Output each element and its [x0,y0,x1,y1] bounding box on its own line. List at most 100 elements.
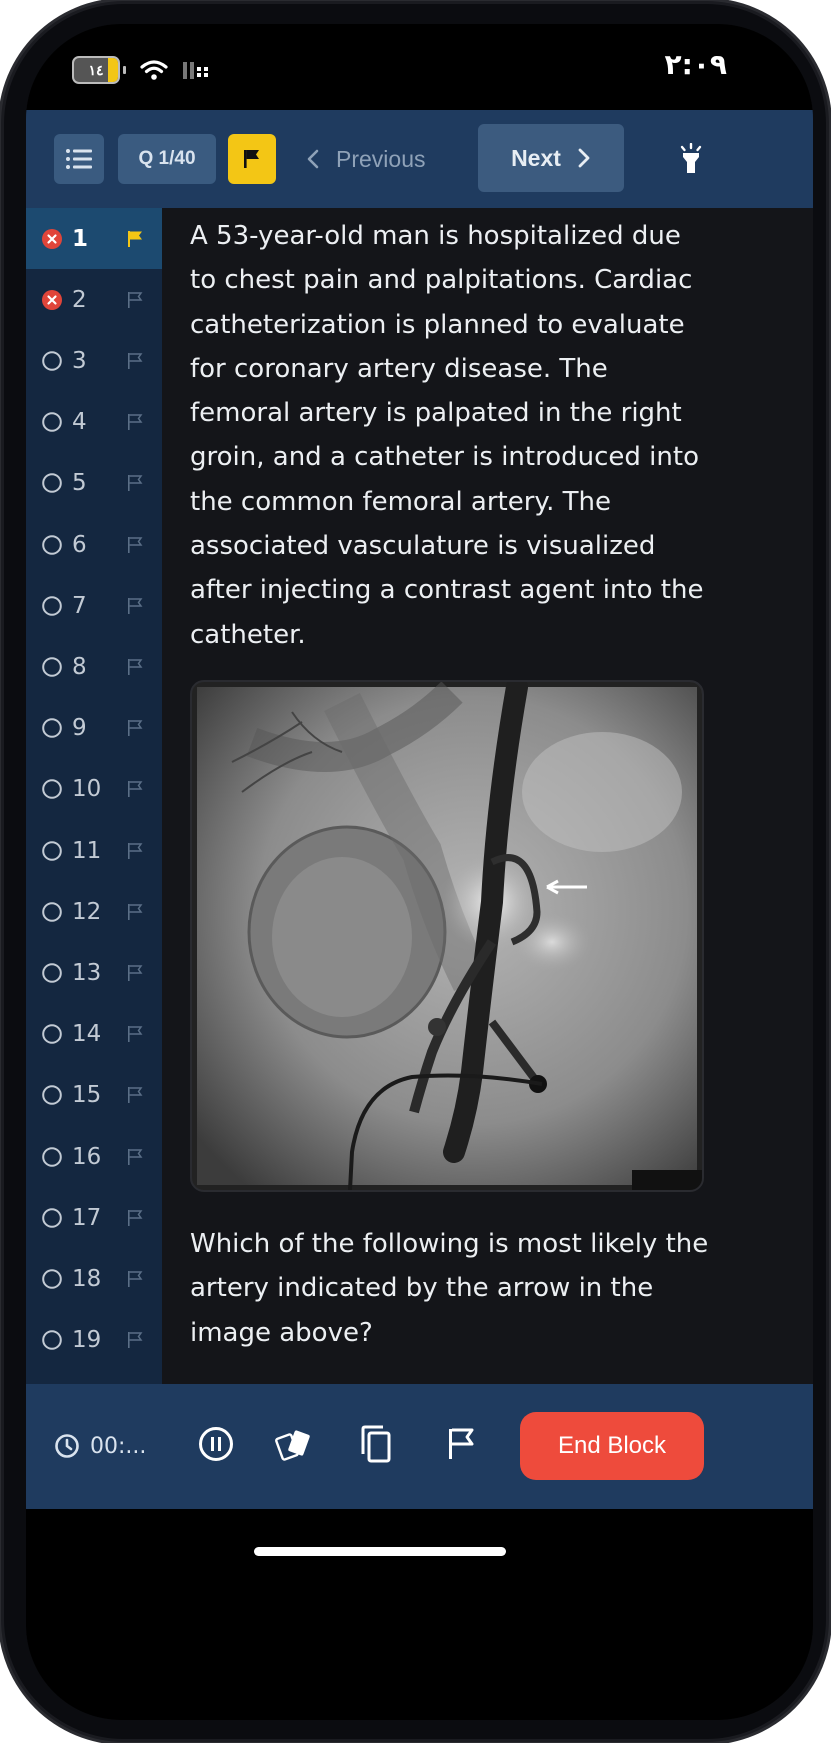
empty-circle-icon [42,718,62,738]
clock-icon [55,1434,79,1458]
next-button[interactable]: Next [478,124,624,192]
home-indicator[interactable] [254,1547,506,1556]
pause-button[interactable] [196,1424,236,1464]
empty-circle-icon [42,595,62,616]
flag-outline-icon[interactable] [126,964,144,982]
flag-outline-icon[interactable] [126,719,144,737]
angiogram-image [190,680,704,1192]
sidebar-item-number: 5 [72,470,87,497]
sidebar-item-3[interactable]: 3 [26,330,162,391]
sidebar-item-14[interactable]: 14 [26,1004,162,1065]
flag-outline-icon[interactable] [126,842,144,860]
flag-outline-icon[interactable] [126,1086,144,1104]
flag-outline-icon[interactable] [126,658,144,676]
empty-circle-icon [42,1024,62,1044]
sidebar-item-number: 8 [72,653,87,680]
flashlight-button[interactable] [666,134,716,184]
sidebar-item-10[interactable]: 10 [26,759,162,820]
sidebar-item-7[interactable]: 7 [26,575,162,636]
sidebar-item-number: 19 [72,1327,102,1354]
copy-button[interactable] [356,1422,396,1466]
sidebar-item-8[interactable]: 8 [26,636,162,697]
list-icon [66,149,92,169]
flag-outline-icon[interactable] [126,1148,144,1166]
flashcards-button[interactable] [274,1424,314,1464]
flag-outline-icon[interactable] [126,413,144,431]
timer[interactable]: 00:... [54,1428,146,1464]
status-icons: ١٤ [72,56,212,84]
sidebar-item-13[interactable]: 13 [26,942,162,1003]
flag-outline-icon[interactable] [126,780,144,798]
empty-circle-icon [42,412,62,432]
flag-icon[interactable] [126,230,144,248]
sidebar-item-number: 9 [72,715,87,742]
flag-outline-icon[interactable] [126,291,144,309]
sidebar-item-17[interactable]: 17 [26,1187,162,1248]
question-stem: A 53-year-old man is hospitalized due to… [190,221,704,650]
question-toolbar: Q 1/40 Previous Next [26,110,813,208]
empty-circle-icon [42,1146,62,1167]
question-prompt: Which of the following is most likely th… [190,1229,709,1348]
empty-circle-icon [42,963,62,983]
phone-frame: ١٤ ٢:٠٩ Q 1/40 Previous Next 1 2 3 4 5 6… [4,4,826,1739]
chevron-left-icon [307,149,319,169]
sidebar-item-1[interactable]: 1 [26,208,162,269]
cards-icon [275,1430,310,1461]
status-time: ٢:٠٩ [664,48,727,81]
sidebar-item-number: 2 [72,286,87,313]
flag-icon [244,150,259,168]
flag-question-button[interactable] [228,134,276,184]
flag-bottom-button[interactable] [441,1424,481,1464]
sidebar-item-number: 16 [72,1143,102,1170]
end-block-button[interactable]: End Block [520,1412,704,1480]
sidebar-item-number: 11 [72,837,102,864]
flag-outline-icon[interactable] [126,903,144,921]
sidebar-item-18[interactable]: 18 [26,1248,162,1309]
empty-circle-icon [42,1269,62,1289]
close-circle-icon [42,289,62,310]
sidebar-item-12[interactable]: 12 [26,881,162,942]
sidebar-item-number: 15 [72,1082,102,1109]
sidebar-item-9[interactable]: 9 [26,698,162,759]
battery-icon: ١٤ [72,56,126,84]
flag-outline-icon[interactable] [126,597,144,615]
sidebar-item-number: 4 [72,409,87,436]
sidebar-item-number: 12 [72,898,102,925]
sidebar-item-16[interactable]: 16 [26,1126,162,1187]
sidebar-item-number: 17 [72,1204,102,1231]
chevron-right-icon [578,148,590,168]
flag-outline-icon[interactable] [126,1270,144,1288]
sidebar-item-number: 1 [72,225,89,252]
empty-circle-icon [42,351,62,371]
timer-label: 00:... [90,1433,147,1459]
question-list-button[interactable] [54,134,104,184]
sidebar-item-number: 18 [72,1265,102,1292]
sidebar-item-4[interactable]: 4 [26,392,162,453]
empty-circle-icon [42,779,62,800]
sidebar-item-6[interactable]: 6 [26,514,162,575]
sidebar-item-15[interactable]: 15 [26,1065,162,1126]
sidebar-item-5[interactable]: 5 [26,453,162,514]
flag-outline-icon[interactable] [126,474,144,492]
close-circle-icon [42,228,62,249]
battery-label: ١٤ [88,61,104,78]
copy-icon [361,1425,391,1463]
previous-button[interactable]: Previous [306,134,425,184]
sidebar-item-19[interactable]: 19 [26,1310,162,1371]
flag-outline-icon[interactable] [126,1331,144,1349]
empty-circle-icon [42,901,62,922]
dynamic-island [309,64,489,114]
bottom-toolbar: 00:... End Block [26,1384,813,1509]
empty-circle-icon [42,473,62,494]
cellular-signal-icon [183,62,208,79]
flag-outline-icon[interactable] [126,1025,144,1043]
sidebar-item-number: 6 [72,531,87,558]
question-counter[interactable]: Q 1/40 [118,134,216,184]
empty-circle-icon [42,1207,62,1228]
sidebar-item-number: 3 [72,347,87,374]
flag-outline-icon[interactable] [126,1209,144,1227]
flag-outline-icon[interactable] [126,352,144,370]
flag-outline-icon[interactable] [126,536,144,554]
sidebar-item-2[interactable]: 2 [26,269,162,330]
sidebar-item-11[interactable]: 11 [26,820,162,881]
